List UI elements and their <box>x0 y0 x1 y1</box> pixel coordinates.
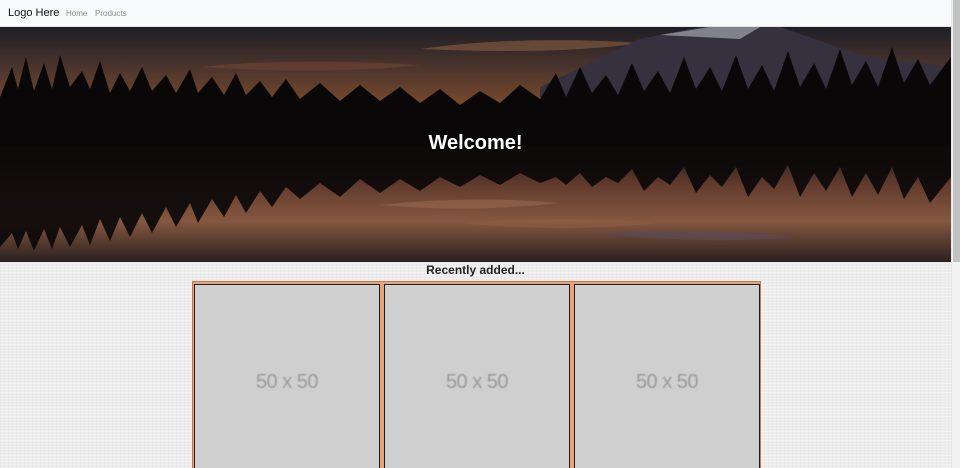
placeholder-image-label: 50 x 50 <box>255 371 319 393</box>
product-card[interactable]: 50 x 50 <box>574 284 760 468</box>
scrollbar-thumb[interactable] <box>953 0 960 262</box>
recent-items-grid: 50 x 50 50 x 50 50 x 50 <box>192 281 761 468</box>
placeholder-image-label: 50 x 50 <box>445 371 509 393</box>
vertical-scrollbar[interactable] <box>951 0 960 468</box>
navbar: Logo Here Home Products <box>0 0 951 27</box>
page: Logo Here Home Products Welcome! Recentl… <box>0 0 951 468</box>
recently-added-heading: Recently added... <box>426 263 525 277</box>
nav-link-products[interactable]: Products <box>95 9 127 19</box>
brand-logo-link[interactable]: Logo Here <box>8 7 59 20</box>
hero-banner: Welcome! <box>0 27 951 262</box>
product-card[interactable]: 50 x 50 <box>194 284 380 468</box>
nav-link-home[interactable]: Home <box>66 9 87 19</box>
hero-title: Welcome! <box>428 132 523 154</box>
product-card[interactable]: 50 x 50 <box>384 284 570 468</box>
placeholder-image-label: 50 x 50 <box>635 371 699 393</box>
